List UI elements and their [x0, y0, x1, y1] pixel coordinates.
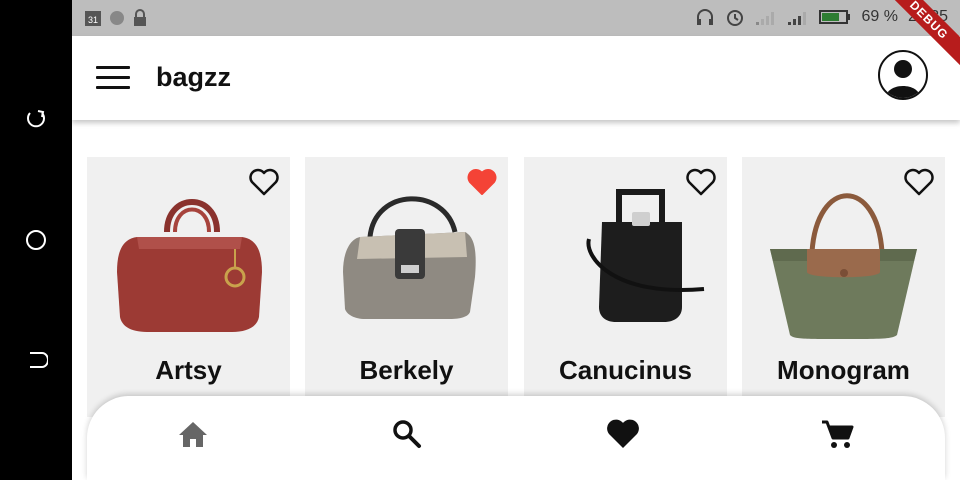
product-grid: Artsy Berkely Canucinus Monogram	[87, 157, 947, 417]
product-card[interactable]: Monogram	[742, 157, 945, 417]
profile-avatar-button[interactable]	[878, 50, 928, 100]
lock-icon	[134, 9, 146, 26]
battery-icon	[819, 10, 851, 24]
handbag-grey-icon	[343, 196, 476, 319]
handbag-red-icon	[117, 199, 262, 332]
product-name: Canucinus	[559, 355, 692, 385]
battery-percent: 69 %	[861, 8, 898, 25]
menu-button[interactable]	[96, 66, 130, 90]
status-bar: 31 69 %	[72, 0, 960, 36]
search-icon[interactable]	[387, 414, 427, 454]
cart-icon[interactable]	[817, 414, 857, 454]
hamburger-line	[96, 76, 130, 79]
product-name: Monogram	[777, 355, 910, 385]
app-bar: bagzz	[72, 36, 960, 120]
tote-green-icon	[770, 193, 917, 339]
handbag-black-icon	[586, 189, 705, 322]
headphones-icon	[697, 9, 714, 25]
heart-icon[interactable]	[603, 414, 643, 454]
signal-icon	[756, 12, 775, 25]
system-navigation-bar	[0, 0, 72, 480]
product-name: Berkely	[359, 355, 454, 385]
product-name: Artsy	[155, 355, 222, 385]
home-circle-icon[interactable]	[24, 228, 48, 252]
notification-dot-icon	[110, 11, 124, 25]
user-icon	[886, 60, 920, 98]
recents-icon[interactable]	[24, 108, 48, 132]
hamburger-line	[96, 86, 130, 89]
signal-2-icon	[788, 12, 807, 25]
hamburger-line	[96, 66, 130, 69]
calendar-day: 31	[88, 15, 98, 25]
product-card[interactable]: Canucinus	[524, 157, 727, 417]
product-card[interactable]: Artsy	[87, 157, 290, 417]
product-card[interactable]: Berkely	[305, 157, 508, 417]
bottom-navigation	[87, 396, 945, 480]
alarm-icon	[727, 10, 744, 26]
app-title: bagzz	[156, 62, 232, 92]
back-icon[interactable]	[24, 348, 48, 372]
home-icon[interactable]	[173, 414, 213, 454]
app-screen: 31 69 % bagzz DEBUG Artsy Berkely Canuci…	[72, 0, 960, 480]
calendar-icon: 31	[85, 11, 101, 26]
